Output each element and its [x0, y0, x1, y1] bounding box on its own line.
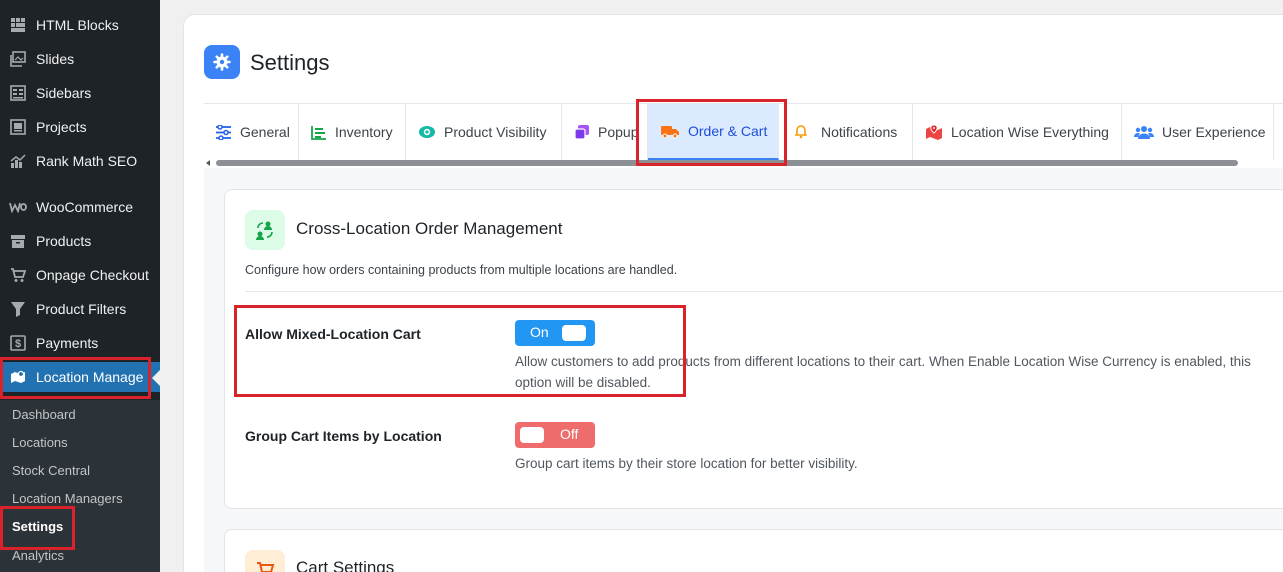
menu-item-rank-math-seo[interactable]: Rank Math SEO — [0, 146, 160, 176]
users-icon — [1134, 125, 1154, 139]
menu-label: Sidebars — [36, 85, 92, 101]
bell-icon — [795, 125, 807, 139]
menu-item-woocommerce[interactable]: WooCommerce — [0, 192, 160, 222]
exchange-icon — [245, 210, 285, 250]
submenu-settings[interactable]: Settings — [12, 519, 63, 534]
active-indicator-arrow — [152, 370, 160, 386]
menu-item-product-filters[interactable]: Product Filters — [0, 294, 160, 324]
tab-user-experience[interactable]: User Experience — [1122, 104, 1274, 160]
help-line: option will be disabled. — [515, 375, 651, 390]
sliders-icon — [215, 124, 232, 140]
tab-notifications[interactable]: Notifications — [779, 104, 913, 160]
cross-location-description: Configure how orders containing products… — [245, 263, 678, 277]
tab-product-visibility[interactable]: Product Visibility — [406, 104, 562, 160]
group-cart-items-toggle[interactable]: Off — [515, 422, 595, 448]
menu-item-onpage-checkout[interactable]: Onpage Checkout — [0, 260, 160, 290]
menu-item-slides[interactable]: Slides — [0, 44, 160, 74]
settings-tabs: General Inventory Product Visibility Pop… — [204, 103, 1283, 160]
submenu-dashboard[interactable]: Dashboard — [12, 407, 76, 422]
menu-label: Onpage Checkout — [36, 267, 149, 283]
mixed-location-cart-label: Allow Mixed-Location Cart — [245, 326, 421, 342]
tab-label: Popup — [598, 124, 639, 140]
menu-item-location-manage[interactable]: Location Manage — [0, 362, 160, 392]
archive-icon — [0, 233, 36, 249]
menu-label: Product Filters — [36, 301, 127, 317]
cross-location-title: Cross-Location Order Management — [296, 219, 563, 238]
menu-label: Rank Math SEO — [36, 153, 138, 169]
tab-inventory[interactable]: Inventory — [299, 104, 406, 160]
submenu-stock-central[interactable]: Stock Central — [12, 463, 90, 478]
menu-label: Payments — [36, 335, 99, 351]
menu-item-payments[interactable]: $ Payments — [0, 328, 160, 358]
menu-label: HTML Blocks — [36, 17, 119, 33]
menu-label: WooCommerce — [36, 199, 133, 215]
eye-icon — [418, 125, 436, 139]
mixed-location-cart-toggle[interactable]: On — [515, 320, 595, 346]
popup-icon — [574, 124, 590, 140]
portfolio-icon — [0, 119, 36, 135]
dollar-icon: $ — [0, 335, 36, 351]
group-cart-items-help: Group cart items by their store location… — [515, 453, 1283, 474]
tab-popup[interactable]: Popup — [562, 104, 648, 160]
menu-item-html-blocks[interactable]: HTML Blocks — [0, 10, 160, 40]
cart-settings-title: Cart Settings — [296, 558, 395, 572]
menu-label: Location Manage — [36, 369, 144, 385]
help-line: Group cart items by their store location… — [515, 456, 858, 471]
menu-item-products[interactable]: Products — [0, 226, 160, 256]
tab-order-cart[interactable]: Order & Cart — [648, 104, 779, 160]
tab-label: Inventory — [335, 124, 393, 140]
menu-item-sidebars[interactable]: Sidebars — [0, 78, 160, 108]
menu-label: Slides — [36, 51, 75, 67]
toggle-knob — [562, 325, 586, 341]
menu-item-projects[interactable]: Projects — [0, 112, 160, 142]
help-line: Allow customers to add products from dif… — [515, 354, 1251, 369]
tab-label: Order & Cart — [688, 123, 768, 139]
tab-location-wise-everything[interactable]: Location Wise Everything — [913, 104, 1122, 160]
submenu-location-managers[interactable]: Location Managers — [12, 491, 123, 506]
map-marker-icon — [925, 124, 943, 140]
svg-text:$: $ — [15, 338, 21, 350]
settings-gear-icon — [204, 45, 240, 79]
woo-icon — [0, 201, 36, 213]
tab-label: User Experience — [1162, 124, 1266, 140]
layout-icon — [0, 85, 36, 101]
tab-label: Notifications — [821, 124, 898, 140]
scroll-left-arrow-icon[interactable] — [206, 160, 210, 166]
toggle-knob — [520, 427, 544, 443]
tab-label: General — [240, 124, 290, 140]
page-title: Settings — [250, 50, 330, 75]
tab-label: Location Wise Everything — [951, 124, 1109, 140]
map-icon — [0, 369, 36, 385]
cart-icon — [0, 267, 36, 283]
tab-general[interactable]: General — [204, 104, 299, 160]
location-manage-submenu: Dashboard Locations Stock Central Locati… — [0, 400, 160, 572]
grid-icon — [0, 17, 36, 33]
submenu-locations[interactable]: Locations — [12, 435, 68, 450]
cart-settings-icon — [245, 550, 285, 572]
tab-label: Product Visibility — [444, 124, 547, 140]
scroll-thumb[interactable] — [216, 160, 1238, 166]
admin-sidebar: HTML Blocks Slides Sidebars Projects Ran… — [0, 0, 160, 572]
bar-chart-icon — [311, 125, 327, 140]
submenu-analytics[interactable]: Analytics — [12, 548, 64, 563]
mixed-location-cart-help: Allow customers to add products from dif… — [515, 351, 1283, 393]
toggle-state-text: On — [530, 324, 549, 340]
toggle-state-text: Off — [560, 426, 579, 442]
menu-label: Products — [36, 233, 92, 249]
group-cart-items-label: Group Cart Items by Location — [245, 428, 442, 444]
truck-icon — [660, 124, 680, 139]
section-divider — [245, 291, 1283, 292]
tabs-scrollbar[interactable] — [204, 159, 1283, 167]
chart-icon — [0, 153, 36, 169]
menu-label: Projects — [36, 119, 87, 135]
images-icon — [0, 51, 36, 67]
filter-icon — [0, 301, 36, 317]
